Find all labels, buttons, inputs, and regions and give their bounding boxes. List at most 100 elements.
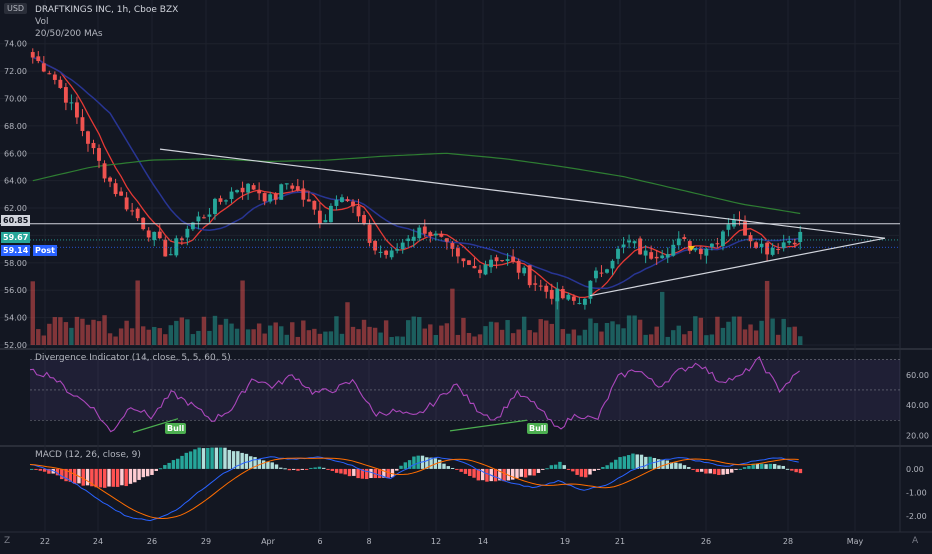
macd-histogram-bar [115, 468, 120, 487]
candle-body [770, 247, 775, 255]
macd-histogram-bar [712, 468, 717, 475]
volume-bar [102, 315, 107, 345]
macd-histogram-bar [412, 456, 416, 469]
auto-scale-button[interactable]: A [912, 536, 918, 546]
volume-bar [284, 334, 289, 345]
candle-body [201, 217, 206, 219]
volume-bar [632, 315, 637, 345]
candle-body [682, 237, 687, 239]
time-tick-label: 24 [93, 537, 103, 546]
macd-histogram-bar [760, 463, 764, 469]
macd-histogram-bar [395, 468, 399, 471]
candle-body [599, 272, 604, 274]
volume-bar [157, 328, 162, 345]
macd-histogram-bar [682, 465, 687, 469]
macd-histogram-bar [158, 468, 163, 470]
volume-bar [223, 318, 229, 345]
macd-histogram-bar [532, 468, 536, 476]
volume-bar [267, 325, 273, 345]
volume-bar [637, 319, 643, 345]
price-tick-label: 66.00 [4, 149, 27, 158]
candle-body [439, 233, 444, 237]
candle-body [157, 231, 162, 239]
candle-body [505, 259, 510, 261]
candle-body [268, 194, 273, 202]
macd-histogram-bar [343, 468, 347, 475]
candle-body [224, 200, 228, 202]
macd-histogram-bar [171, 460, 176, 469]
volume-bar [593, 323, 599, 345]
volume-bar [234, 328, 240, 345]
volume-bar [85, 324, 91, 345]
chart-stage[interactable]: 74.0072.0070.0068.0066.0064.0062.0060.00… [0, 0, 932, 550]
candle-body [334, 199, 339, 206]
volume-bar [428, 324, 433, 345]
macd-histogram-bar [249, 456, 253, 469]
volume-bar [58, 317, 63, 345]
candle-body [698, 248, 703, 255]
macd-histogram-bar [364, 468, 369, 480]
currency-badge[interactable]: USD [4, 3, 28, 14]
volume-bar [411, 316, 416, 345]
rsi-title[interactable]: Divergence Indicator (14, close, 5, 5, 6… [35, 352, 231, 364]
candle-body [345, 199, 350, 202]
candle-body [522, 267, 527, 274]
timezone-button[interactable]: Z [4, 536, 10, 546]
candle-body [312, 200, 317, 210]
macd-histogram-bar [734, 468, 738, 470]
macd-histogram-bar [240, 452, 244, 469]
macd-histogram-bar [472, 468, 476, 478]
volume-bar [383, 320, 389, 345]
volume-bar [356, 329, 361, 345]
macd-histogram-bar [772, 463, 777, 469]
volume-bar [560, 329, 566, 345]
price-tick-label: 72.00 [4, 67, 27, 76]
candle-body [721, 231, 725, 247]
macd-title[interactable]: MACD (12, 26, close, 9) [35, 449, 141, 461]
candle-body [384, 250, 389, 255]
vol-legend[interactable]: Vol [35, 16, 178, 28]
candle-body [395, 249, 400, 251]
macd-histogram-bar [463, 468, 468, 474]
macd-histogram-bar [437, 459, 442, 469]
volume-bar [731, 316, 737, 345]
candle-body [428, 232, 433, 236]
macd-histogram-bar [622, 456, 627, 469]
macd-histogram-bar [459, 468, 463, 472]
candle-body [30, 52, 35, 58]
volume-bar [704, 335, 709, 345]
candle-body [323, 220, 328, 223]
volume-bar [74, 316, 80, 345]
candle-body [538, 285, 543, 287]
candle-body [80, 117, 85, 131]
chart-canvas[interactable]: 74.0072.0070.0068.0066.0064.0062.0060.00… [0, 0, 932, 550]
volume-bar [185, 319, 190, 345]
macd-histogram-bar [631, 453, 635, 469]
volume-bar [527, 330, 532, 345]
macd-histogram-bar [618, 457, 622, 469]
candle-body [213, 198, 217, 215]
macd-histogram-bar [485, 468, 489, 482]
candle-body [627, 240, 632, 243]
candle-body [610, 260, 615, 269]
volume-bar [538, 319, 543, 345]
macd-histogram-bar [141, 468, 146, 478]
candle-body [284, 183, 289, 185]
candle-body [605, 269, 609, 273]
volume-bar [229, 323, 234, 345]
macd-histogram-bar [717, 468, 721, 476]
macd-histogram-bar [403, 462, 408, 469]
macd-histogram-bar [124, 468, 128, 487]
macd-histogram-bar [356, 468, 360, 479]
macd-tick-label: -2.00 [906, 512, 927, 521]
symbol-title[interactable]: DRAFTKINGS INC, 1h, Cboe BZX [35, 4, 178, 16]
candle-body [362, 215, 366, 224]
volume-bar [726, 321, 731, 345]
macd-histogram-bar [562, 465, 566, 469]
volume-bar [406, 320, 411, 345]
macd-histogram-bar [300, 468, 304, 470]
volume-bar [146, 329, 151, 345]
ma-legend[interactable]: 20/50/200 MAs [35, 28, 178, 40]
macd-histogram-bar [626, 455, 631, 469]
volume-bar [764, 280, 770, 345]
